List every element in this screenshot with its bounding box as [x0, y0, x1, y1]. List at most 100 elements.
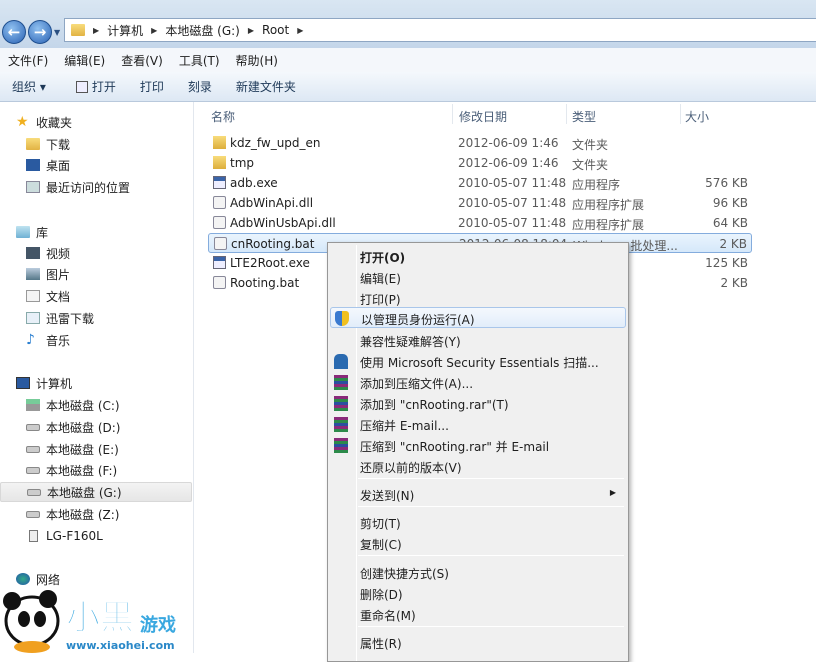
- sidebar-device-lg[interactable]: LG-F160L: [26, 526, 218, 546]
- burn-button[interactable]: 刻录: [176, 78, 224, 95]
- chevron-right-icon[interactable]: ▶: [248, 26, 254, 35]
- breadcrumb-root[interactable]: Root: [262, 23, 289, 37]
- file-row[interactable]: AdbWinApi.dll 2010-05-07 11:48 应用程序扩展 96…: [208, 193, 752, 213]
- file-name: Rooting.bat: [230, 276, 300, 290]
- file-row[interactable]: AdbWinUsbApi.dll 2010-05-07 11:48 应用程序扩展…: [208, 213, 752, 233]
- menu-tools[interactable]: 工具(T): [171, 52, 228, 69]
- sidebar-libraries[interactable]: 库: [16, 222, 208, 242]
- sidebar-drive-c[interactable]: 本地磁盘 (C:): [26, 395, 218, 415]
- file-name: AdbWinApi.dll: [230, 196, 314, 210]
- winrar-icon: [334, 417, 348, 432]
- file-date: 2012-06-09 1:46: [458, 136, 559, 150]
- folder-icon: [71, 24, 85, 36]
- menu-item-print[interactable]: 打印(P): [330, 288, 626, 309]
- address-bar[interactable]: ▶ 计算机 ▶ 本地磁盘 (G:) ▶ Root ▶: [64, 18, 816, 42]
- menu-item-properties[interactable]: 属性(R): [330, 632, 626, 653]
- sidebar-item-thunder-downloads[interactable]: 迅雷下载: [26, 308, 218, 328]
- file-type: 文件夹: [572, 158, 609, 172]
- file-size: 125 KB: [705, 256, 748, 270]
- dll-file-icon: [213, 196, 226, 209]
- open-icon: [75, 81, 88, 93]
- menu-item-compress-rar-email[interactable]: 压缩到 "cnRooting.rar" 并 E-mail: [330, 435, 626, 456]
- menu-item-rename[interactable]: 重命名(M): [330, 604, 626, 625]
- breadcrumb-computer[interactable]: 计算机: [107, 22, 143, 39]
- menu-item-restore-versions[interactable]: 还原以前的版本(V): [330, 456, 626, 477]
- menu-item-open[interactable]: 打开(O): [330, 246, 626, 267]
- menu-edit[interactable]: 编辑(E): [56, 52, 113, 69]
- chevron-right-icon[interactable]: ▶: [93, 26, 99, 35]
- mse-icon: [334, 354, 348, 369]
- menu-item-run-as-admin[interactable]: 以管理员身份运行(A): [330, 307, 626, 328]
- recent-places-icon: [26, 181, 40, 193]
- sidebar-drive-e[interactable]: 本地磁盘 (E:): [26, 439, 218, 459]
- menu-separator: [358, 626, 624, 627]
- download-folder-icon: [26, 138, 40, 150]
- print-button[interactable]: 打印: [128, 78, 176, 95]
- menu-item-compress-email[interactable]: 压缩并 E-mail...: [330, 414, 626, 435]
- bat-file-icon: [214, 237, 227, 250]
- winrar-icon: [334, 438, 348, 453]
- file-name: AdbWinUsbApi.dll: [230, 216, 336, 230]
- open-button[interactable]: 打开: [58, 78, 128, 95]
- file-name: tmp: [230, 156, 255, 170]
- sidebar-drive-d[interactable]: 本地磁盘 (D:): [26, 417, 218, 437]
- watermark-logo: 小黑 游戏 www.xiaohei.com: [0, 585, 200, 653]
- drive-icon: [26, 466, 40, 474]
- history-dropdown-icon[interactable]: ▼: [54, 28, 60, 37]
- back-button[interactable]: ←: [2, 20, 26, 44]
- forward-button[interactable]: →: [28, 20, 52, 44]
- column-type[interactable]: 类型: [572, 108, 596, 125]
- chevron-right-icon[interactable]: ▶: [297, 26, 303, 35]
- menu-item-copy[interactable]: 复制(C): [330, 533, 626, 554]
- drive-icon: [26, 445, 40, 453]
- winrar-icon: [334, 396, 348, 411]
- bat-file-icon: [213, 276, 226, 289]
- menu-help[interactable]: 帮助(H): [228, 52, 286, 69]
- column-date[interactable]: 修改日期: [459, 108, 507, 125]
- file-row[interactable]: kdz_fw_upd_en 2012-06-09 1:46 文件夹: [208, 133, 752, 153]
- file-type: 应用程序扩展: [572, 218, 645, 232]
- chevron-right-icon[interactable]: ▶: [151, 26, 157, 35]
- sidebar-drive-z[interactable]: 本地磁盘 (Z:): [26, 504, 218, 524]
- system-drive-icon: [26, 399, 40, 411]
- menu-item-scan-mse[interactable]: 使用 Microsoft Security Essentials 扫描...: [330, 351, 626, 372]
- sidebar-item-desktop[interactable]: 桌面: [26, 155, 218, 175]
- sidebar-favorites[interactable]: ★ 收藏夹: [16, 112, 208, 132]
- menu-separator: [358, 555, 624, 556]
- svg-text:游戏: 游戏: [140, 614, 176, 636]
- sidebar-item-recent[interactable]: 最近访问的位置: [26, 177, 218, 197]
- sidebar-item-pictures[interactable]: 图片: [26, 264, 218, 284]
- menu-item-delete[interactable]: 删除(D): [330, 583, 626, 604]
- sidebar-item-music[interactable]: ♪ 音乐: [26, 330, 218, 350]
- menu-item-troubleshoot-compat[interactable]: 兼容性疑难解答(Y): [330, 330, 626, 351]
- breadcrumb-drive[interactable]: 本地磁盘 (G:): [165, 22, 240, 39]
- file-date: 2012-06-09 1:46: [458, 156, 559, 170]
- sidebar-drive-f[interactable]: 本地磁盘 (F:): [26, 460, 218, 480]
- sidebar-drive-g[interactable]: 本地磁盘 (G:): [0, 482, 192, 502]
- menu-file[interactable]: 文件(F): [0, 52, 56, 69]
- column-name[interactable]: 名称: [211, 108, 235, 125]
- sidebar-computer[interactable]: 计算机: [16, 373, 208, 393]
- column-size[interactable]: 大小: [685, 108, 709, 125]
- library-icon: [16, 226, 30, 238]
- sidebar-item-downloads[interactable]: 下载: [26, 134, 218, 154]
- sidebar-item-videos[interactable]: 视频: [26, 243, 218, 263]
- exe-file-icon: [213, 256, 226, 269]
- file-row[interactable]: adb.exe 2010-05-07 11:48 应用程序 576 KB: [208, 173, 752, 193]
- menu-item-cut[interactable]: 剪切(T): [330, 512, 626, 533]
- sidebar-item-documents[interactable]: 文档: [26, 286, 218, 306]
- menu-item-add-to-archive[interactable]: 添加到压缩文件(A)...: [330, 372, 626, 393]
- file-row[interactable]: tmp 2012-06-09 1:46 文件夹: [208, 153, 752, 173]
- menu-item-edit[interactable]: 编辑(E): [330, 267, 626, 288]
- organize-button[interactable]: 组织 ▾: [0, 78, 58, 95]
- file-name: cnRooting.bat: [231, 237, 315, 251]
- menu-separator: [358, 478, 624, 479]
- column-headers: 名称 修改日期 类型 大小: [205, 104, 753, 126]
- menu-item-add-to-rar[interactable]: 添加到 "cnRooting.rar"(T): [330, 393, 626, 414]
- menu-bar: 文件(F) 编辑(E) 查看(V) 工具(T) 帮助(H): [0, 48, 816, 72]
- menu-view[interactable]: 查看(V): [113, 52, 171, 69]
- menu-item-create-shortcut[interactable]: 创建快捷方式(S): [330, 562, 626, 583]
- menu-separator: [358, 506, 624, 507]
- menu-item-send-to[interactable]: 发送到(N) ▶: [330, 484, 626, 505]
- new-folder-button[interactable]: 新建文件夹: [224, 78, 308, 95]
